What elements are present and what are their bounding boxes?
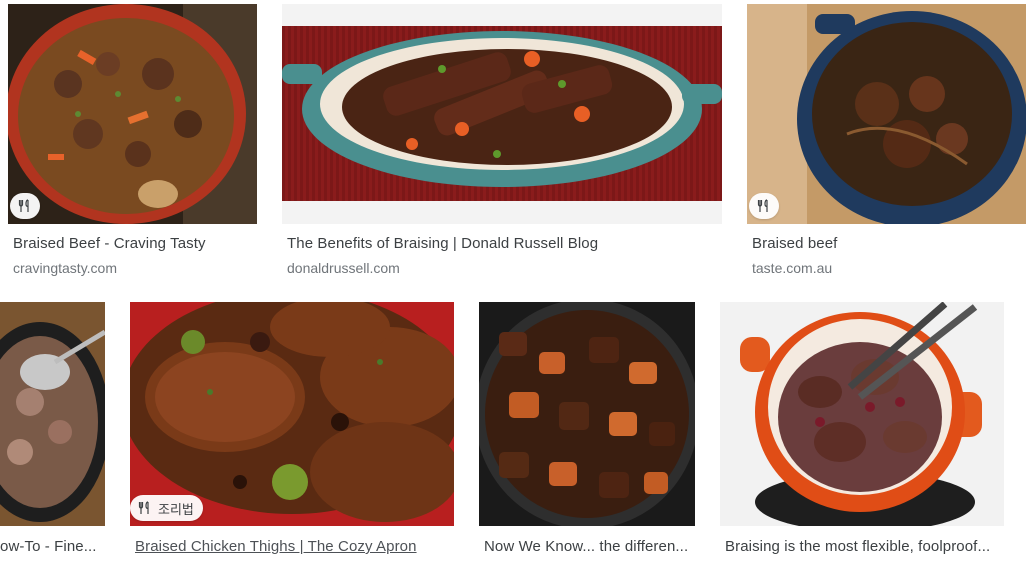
result-card-braised-beef-craving-tasty[interactable]: Braised Beef - Craving Tasty cravingtast… [8,4,258,284]
result-title[interactable]: Braised beef [752,235,1022,252]
result-thumbnail[interactable] [747,4,1026,224]
result-title[interactable]: The Benefits of Braising | Donald Russel… [287,235,717,252]
result-source: taste.com.au [752,260,833,276]
result-source: donaldrussell.com [287,260,400,276]
recipe-badge [749,193,779,219]
recipe-badge: 조리법 [130,495,203,521]
result-thumbnail[interactable] [0,302,105,526]
fork-knife-icon [18,199,29,212]
recipe-badge [10,193,40,219]
result-title[interactable]: Now We Know... the differen... [484,538,692,555]
fork-knife-icon [757,199,768,212]
result-title[interactable]: Braising is the most flexible, foolproof… [725,538,1003,555]
result-title[interactable]: Braised Beef - Craving Tasty [13,235,253,252]
result-card-cozy-apron[interactable]: 조리법 Braised Chicken Thighs | The Cozy Ap… [130,302,455,566]
result-thumbnail[interactable]: 조리법 [130,302,454,526]
result-card-how-to-fine[interactable]: ow-To - Fine... [0,302,105,566]
result-card-braising-flexible[interactable]: Braising is the most flexible, foolproof… [720,302,1004,566]
result-thumbnail[interactable] [8,4,257,224]
result-card-taste-braised-beef[interactable]: Braised beef taste.com.au [747,4,1026,284]
result-title[interactable]: Braised Chicken Thighs | The Cozy Apron [135,538,445,555]
fork-knife-icon [138,501,149,514]
result-source: cravingtasty.com [13,260,117,276]
result-title[interactable]: ow-To - Fine... [0,538,105,555]
result-thumbnail[interactable] [479,302,695,526]
result-thumbnail[interactable] [720,302,1004,526]
result-card-now-we-know[interactable]: Now We Know... the differen... [479,302,695,566]
result-card-donald-russell[interactable]: The Benefits of Braising | Donald Russel… [282,4,722,284]
recipe-badge-label: 조리법 [158,501,194,517]
result-thumbnail[interactable] [282,4,722,224]
